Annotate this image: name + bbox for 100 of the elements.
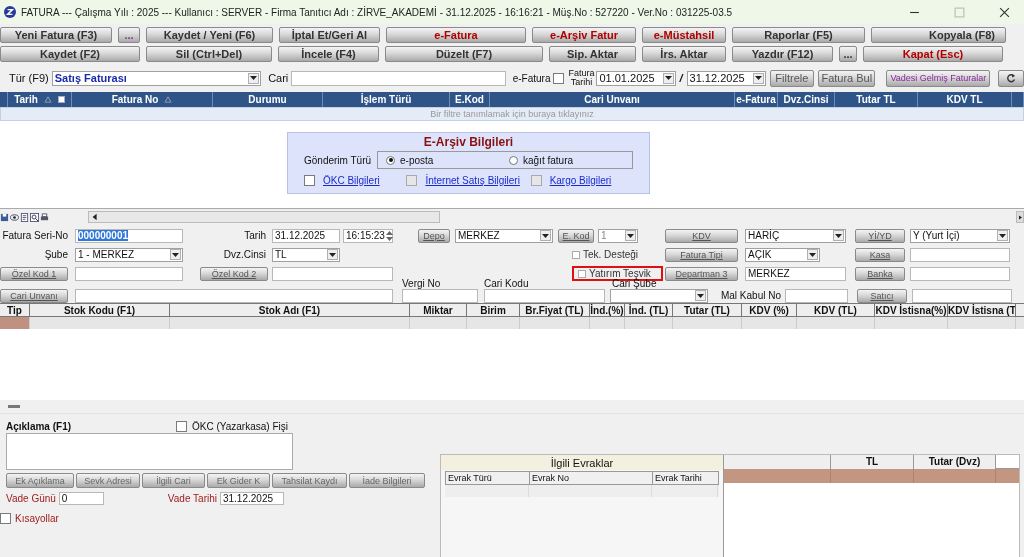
filter-button[interactable]: Fatura Bul — [818, 69, 876, 87]
column-header[interactable]: Tip — [0, 304, 30, 316]
form-button[interactable]: Depo — [418, 228, 450, 243]
notes-button[interactable]: Tahsilat Kaydı — [272, 473, 347, 488]
form-button[interactable]: Departman 3 — [665, 266, 738, 281]
toolbar-button[interactable]: ... — [118, 27, 140, 43]
link[interactable]: ÖKC Bilgileri — [323, 174, 380, 186]
vat-dropdown[interactable]: HARİÇ — [745, 228, 846, 243]
cari-field[interactable] — [291, 70, 506, 86]
radio-option[interactable]: kağıt fatura — [509, 154, 632, 166]
toolbar-button[interactable]: Kaydet (F2) — [0, 46, 140, 62]
column-header[interactable]: Tutar (Dvz) — [914, 455, 996, 469]
notes-button[interactable]: İlgili Cari — [142, 473, 205, 488]
filter-button[interactable]: Vadesi Gelmiş Faturalar — [886, 69, 991, 87]
toolbar-button[interactable]: e-Fatura — [386, 27, 526, 43]
refresh-button[interactable] — [998, 69, 1024, 87]
due-date-field[interactable]: 31.12.2025 — [219, 492, 284, 505]
invoice-type-dropdown[interactable]: AÇIK — [745, 247, 820, 262]
date-field[interactable]: 31.12.2025 — [272, 228, 340, 243]
column-header[interactable]: Br.Fiyat (TL) — [520, 304, 590, 316]
splitter-handle[interactable] — [8, 405, 20, 408]
serial-field[interactable]: 000000001 — [75, 228, 183, 243]
horizontal-scrollbar[interactable] — [88, 211, 440, 223]
code-field[interactable] — [75, 266, 183, 281]
toolbar-button[interactable]: Düzelt (F7) — [385, 46, 543, 62]
toolbar-button[interactable]: İptal Et/Geri Al — [279, 27, 380, 43]
form-button[interactable]: Özel Kod 2 — [200, 266, 268, 281]
notes-button[interactable]: Ek Gider K — [207, 473, 270, 488]
column-header[interactable]: Tutar (TL) — [673, 304, 742, 316]
checkbox-option[interactable]: ÖKC (Yazarkasa) Fişi — [176, 421, 288, 432]
checkbox[interactable] — [553, 72, 565, 84]
form-button[interactable]: KDV — [665, 228, 738, 243]
checkbox[interactable] — [176, 421, 187, 432]
column-header[interactable]: KDV İstisna (T — [948, 304, 1016, 316]
column-header[interactable]: KDV (%) — [742, 304, 797, 316]
region-dropdown[interactable]: Y (Yurt İçi) — [910, 228, 1010, 243]
toolbar-button[interactable]: İrs. Aktar — [642, 46, 726, 62]
notes-field[interactable] — [6, 433, 293, 470]
checkbox-option[interactable]: Kısayollar — [0, 513, 440, 524]
column-header[interactable]: Stok Kodu (F1) — [30, 304, 170, 316]
toolbar-button[interactable]: Yeni Fatura (F3) — [0, 27, 112, 43]
toolbar-button[interactable]: Kaydet / Yeni (F6) — [146, 27, 273, 43]
form-button[interactable]: Satıcı — [857, 288, 907, 303]
form-button[interactable]: Kasa — [855, 247, 905, 262]
print-icon[interactable] — [40, 212, 49, 222]
filter-icon[interactable] — [57, 96, 65, 103]
scroll-button[interactable] — [1016, 211, 1024, 223]
table-row[interactable] — [0, 317, 1024, 329]
account-title-field[interactable] — [75, 288, 393, 303]
toolbar-button[interactable]: e-Müstahsil — [642, 27, 726, 43]
seller-field[interactable] — [912, 288, 1012, 303]
form-button[interactable]: Özel Kod 1 — [0, 266, 68, 281]
checkbox[interactable] — [578, 269, 586, 278]
save-icon[interactable] — [0, 212, 9, 222]
checkbox-option[interactable]: Tek. Desteği — [572, 249, 665, 260]
delivery-number-field[interactable] — [785, 288, 848, 303]
column-header[interactable]: KDV İstisna(%) — [875, 304, 948, 316]
zoom-icon[interactable] — [30, 212, 39, 222]
currency-dropdown[interactable]: TL — [272, 247, 340, 262]
filter-button[interactable]: Filtrele — [769, 69, 815, 87]
due-days-field[interactable]: 0 — [58, 492, 104, 505]
bank-field[interactable] — [910, 266, 1010, 281]
form-button[interactable]: Yİ/YD — [855, 228, 905, 243]
date-dropdown[interactable]: 01.01.2025 — [596, 70, 676, 86]
account-branch-dropdown[interactable] — [610, 288, 708, 303]
toolbar-button[interactable]: Yazdır (F12) — [732, 46, 833, 62]
form-button[interactable]: Banka — [855, 266, 905, 281]
form-button[interactable]: Fatura Tipi — [665, 247, 738, 262]
cash-field[interactable] — [910, 247, 1010, 262]
checkbox[interactable] — [572, 250, 580, 259]
eye-icon[interactable] — [10, 212, 19, 222]
column-header[interactable]: Stok Adı (F1) — [170, 304, 410, 316]
warehouse-dropdown[interactable]: MERKEZ — [455, 228, 553, 243]
column-header[interactable]: Miktar — [410, 304, 467, 316]
spinner-icon[interactable] — [384, 229, 394, 242]
type-dropdown[interactable]: Satış Faturası — [51, 70, 262, 86]
toolbar-button[interactable]: Sip. Aktar — [549, 46, 636, 62]
department-field[interactable]: MERKEZ — [745, 266, 846, 281]
column-header[interactable]: İnd.(%) — [590, 304, 625, 316]
column-header[interactable]: TL — [831, 455, 914, 469]
branch-dropdown[interactable]: 1 - MERKEZ — [75, 247, 183, 262]
code-field[interactable] — [272, 266, 393, 281]
notes-button[interactable]: Sevk Adresi — [76, 473, 140, 488]
date-dropdown[interactable]: 31.12.2025 — [686, 70, 766, 86]
tax-number-field[interactable] — [402, 288, 478, 303]
checkbox[interactable] — [0, 513, 11, 524]
form-button[interactable]: Cari Unvanı — [0, 288, 68, 303]
toolbar-button[interactable]: Kapat (Esc) — [863, 46, 1003, 62]
column-header[interactable]: İnd. (TL) — [625, 304, 673, 316]
toolbar-button[interactable]: Sil (Ctrl+Del) — [146, 46, 272, 62]
notes-button[interactable]: İade Bilgileri — [349, 473, 425, 488]
toolbar-button[interactable]: İncele (F4) — [278, 46, 379, 62]
toolbar-button[interactable]: e-Arşiv Fatur — [532, 27, 636, 43]
notes-button[interactable]: Ek Açıklama — [6, 473, 74, 488]
checkbox[interactable] — [304, 174, 315, 186]
document-icon[interactable] — [20, 212, 29, 222]
account-code-field[interactable] — [484, 288, 605, 303]
toolbar-button[interactable]: ... — [839, 46, 857, 62]
toolbar-button[interactable]: Kopyala (F8) — [871, 27, 1006, 43]
radio-option[interactable]: e-posta — [386, 154, 509, 166]
